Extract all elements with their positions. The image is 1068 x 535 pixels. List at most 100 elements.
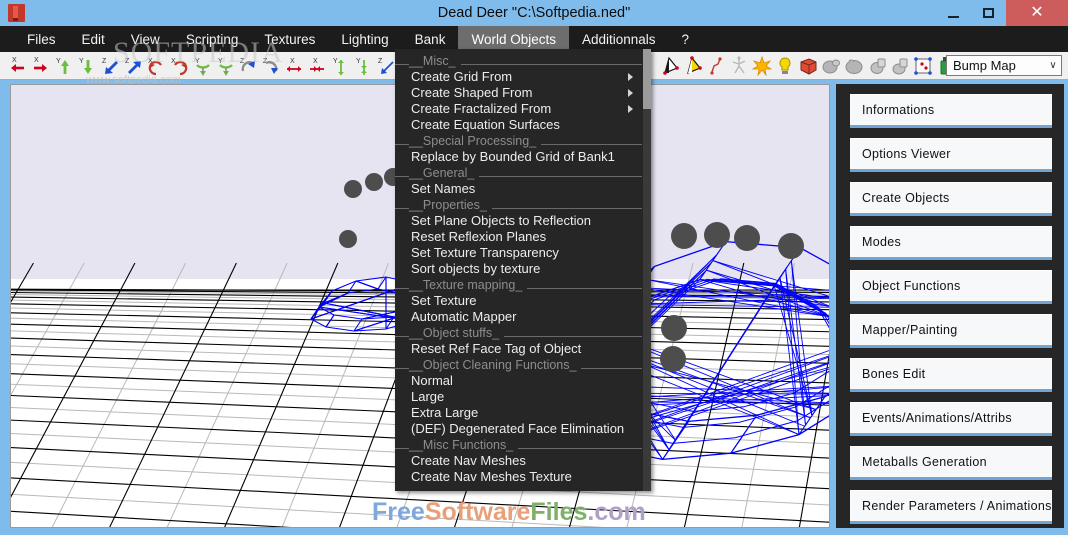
bump-map-select[interactable]: Bump Map ∨ [946, 55, 1062, 76]
sidebar-button-events-animations-attribs[interactable]: Events/Animations/Attribs [850, 402, 1052, 433]
window-controls: ✕ [936, 0, 1068, 26]
sidebar-button-bones-edit[interactable]: Bones Edit [850, 358, 1052, 389]
rotate-z-ccw-icon[interactable]: Z [259, 53, 282, 79]
scale-z-icon[interactable]: Z [374, 53, 397, 79]
menu-option-create-fractalized-from[interactable]: Create Fractalized From [395, 101, 651, 117]
menu-option-automatic-mapper[interactable]: Automatic Mapper [395, 309, 651, 325]
menu-option-label: Automatic Mapper [411, 309, 517, 324]
menu-option-create-nav-meshes-texture[interactable]: Create Nav Meshes Texture [395, 469, 651, 485]
sidebar-button-mapper-painting[interactable]: Mapper/Painting [850, 314, 1052, 345]
bone-icon[interactable] [704, 53, 727, 79]
rotate-x-ccw-icon[interactable]: X [144, 53, 167, 79]
menu-item-scripting[interactable]: Scripting [173, 26, 252, 52]
move-z-forward-icon[interactable]: Z [121, 53, 144, 79]
minimize-icon [948, 15, 959, 18]
title-bar: Dead Deer "C:\Softpedia.ned" ✕ [0, 0, 1068, 26]
sidebar-button-label: Render Parameters / Animations [862, 499, 1052, 513]
menu-separator-object-cleaning-functions: __Object Cleaning Functions_ [395, 357, 651, 373]
menu-option-reset-reflexion-planes[interactable]: Reset Reflexion Planes [395, 229, 651, 245]
close-button[interactable]: ✕ [1006, 0, 1068, 26]
metaball-c-icon[interactable] [865, 53, 888, 79]
separator-label: __Object Cleaning Functions_ [409, 357, 582, 373]
minimize-button[interactable] [936, 0, 971, 26]
menu-option-reset-ref-face-tag-of-object[interactable]: Reset Ref Face Tag of Object [395, 341, 651, 357]
svg-text:X: X [290, 58, 295, 65]
shading-gouraud-icon[interactable] [681, 53, 704, 79]
lightbulb-icon[interactable] [773, 53, 796, 79]
menu-item-textures[interactable]: Textures [251, 26, 328, 52]
move-y-down-icon[interactable]: Y [75, 53, 98, 79]
menu-option-label: Set Names [411, 181, 476, 196]
move-y-up-icon[interactable]: Y [52, 53, 75, 79]
menu-option-label: Create Shaped From [411, 85, 533, 100]
rotate-z-cw-icon[interactable]: Z [236, 53, 259, 79]
metaball-a-icon[interactable] [819, 53, 842, 79]
menu-option-create-grid-from[interactable]: Create Grid From [395, 69, 651, 85]
menu-item-view[interactable]: View [118, 26, 173, 52]
scale-x-icon[interactable]: X [282, 53, 305, 79]
menu-item-lighting[interactable]: Lighting [328, 26, 401, 52]
menu-option-set-texture[interactable]: Set Texture [395, 293, 651, 309]
maximize-button[interactable] [971, 0, 1006, 26]
menu-option-label: Reset Reflexion Planes [411, 229, 547, 244]
vertex-points-icon[interactable] [911, 53, 934, 79]
menu-option-create-shaped-from[interactable]: Create Shaped From [395, 85, 651, 101]
scale-y-icon[interactable]: Y [328, 53, 351, 79]
move-x-negative-icon[interactable]: X [6, 53, 29, 79]
move-z-back-icon[interactable]: Z [98, 53, 121, 79]
menu-separator-general: __General_ [395, 165, 651, 181]
rotate-x-cw-icon[interactable]: X [167, 53, 190, 79]
menu-item-edit[interactable]: Edit [69, 26, 118, 52]
texture-cube-icon[interactable] [796, 53, 819, 79]
menu-item-files[interactable]: Files [14, 26, 69, 52]
menu-separator-properties: __Properties_ [395, 197, 651, 213]
menu-option-label: Create Grid From [411, 69, 513, 84]
sidebar-button-label: Metaballs Generation [862, 455, 987, 469]
sidebar-button-render-parameters-animations[interactable]: Render Parameters / Animations [850, 490, 1052, 521]
sidebar-button-modes[interactable]: Modes [850, 226, 1052, 257]
menu-option-replace-by-bounded-grid-of-bank1[interactable]: Replace by Bounded Grid of Bank1 [395, 149, 651, 165]
sidebar-button-create-objects[interactable]: Create Objects [850, 182, 1052, 213]
menu-option-create-nav-meshes[interactable]: Create Nav Meshes [395, 453, 651, 469]
sidebar-button-label: Events/Animations/Attribs [862, 411, 1012, 425]
sidebar-button-options-viewer[interactable]: Options Viewer [850, 138, 1052, 169]
sidebar-button-label: Options Viewer [862, 147, 951, 161]
sidebar-button-informations[interactable]: Informations [850, 94, 1052, 125]
menu-option-sort-objects-by-texture[interactable]: Sort objects by texture [395, 261, 651, 277]
svg-text:Y: Y [195, 58, 200, 65]
menu-option-extra-large[interactable]: Extra Large [395, 405, 651, 421]
window-title: Dead Deer "C:\Softpedia.ned" [437, 5, 631, 21]
scale-y-shrink-icon[interactable]: Y [351, 53, 374, 79]
application-window: Dead Deer "C:\Softpedia.ned" ✕ Files Edit… [0, 0, 1068, 535]
menu-option-create-equation-surfaces[interactable]: Create Equation Surfaces [395, 117, 651, 133]
separator-label: __Object stuffs_ [409, 325, 505, 341]
move-x-positive-icon[interactable]: X [29, 53, 52, 79]
menu-option-set-plane-objects-to-reflection[interactable]: Set Plane Objects to Reflection [395, 213, 651, 229]
svg-text:X: X [313, 58, 318, 65]
menu-option-normal[interactable]: Normal [395, 373, 651, 389]
menu-option-large[interactable]: Large [395, 389, 651, 405]
menu-option-def-degenerated-face-elimination[interactable]: (DEF) Degenerated Face Elimination [395, 421, 651, 437]
scale-x-shrink-icon[interactable]: X [305, 53, 328, 79]
sidebar-button-object-functions[interactable]: Object Functions [850, 270, 1052, 301]
menu-option-set-texture-transparency[interactable]: Set Texture Transparency [395, 245, 651, 261]
rotate-y-right-icon[interactable]: Y [213, 53, 236, 79]
menu-option-label: Normal [411, 373, 453, 388]
metaball-d-icon[interactable] [888, 53, 911, 79]
chevron-down-icon: ∨ [1049, 60, 1057, 71]
svg-text:Z: Z [125, 58, 130, 65]
menu-separator-texture-mapping: __Texture mapping_ [395, 277, 651, 293]
metaball-b-icon[interactable] [842, 53, 865, 79]
shading-flat-icon[interactable] [658, 53, 681, 79]
sidebar-button-label: Object Functions [862, 279, 961, 293]
sidebar-button-metaballs-generation[interactable]: Metaballs Generation [850, 446, 1052, 477]
svg-text:X: X [34, 57, 39, 64]
menu-item-[interactable]: ? [669, 26, 703, 52]
sidebar-button-label: Create Objects [862, 191, 950, 205]
skeleton-icon[interactable] [727, 53, 750, 79]
menu-option-set-names[interactable]: Set Names [395, 181, 651, 197]
explosion-icon[interactable] [750, 53, 773, 79]
menu-option-label: (DEF) Degenerated Face Elimination [411, 421, 625, 436]
rotate-y-left-icon[interactable]: Y [190, 53, 213, 79]
close-icon: ✕ [1030, 4, 1044, 21]
